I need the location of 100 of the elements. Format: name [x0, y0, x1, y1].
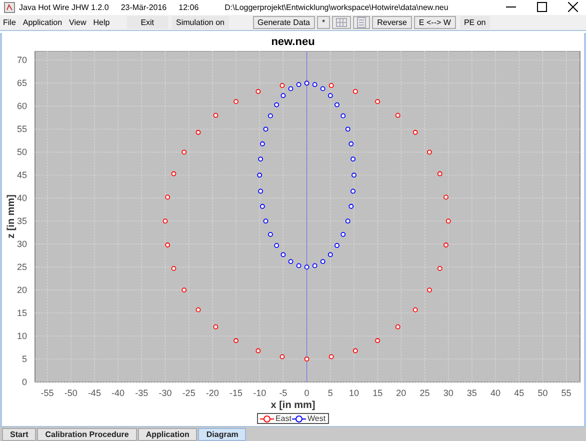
x-tick-label: 40 [490, 388, 501, 398]
y-tick-label: 10 [16, 331, 27, 341]
x-tick-label: -20 [206, 388, 219, 398]
point [444, 194, 448, 200]
point [263, 126, 268, 132]
x-tick-label: -30 [158, 388, 172, 398]
toolbar-button[interactable]: E <--> W [414, 16, 456, 29]
x-axis-label: x [in mm] [270, 398, 316, 412]
x-tick-label: -35 [135, 388, 148, 398]
x-tick-label: -45 [88, 388, 101, 398]
point [304, 356, 310, 362]
point [280, 83, 285, 88]
x-tick-label: 0 [304, 388, 310, 398]
y-tick-label: 55 [16, 124, 27, 134]
point [165, 194, 170, 200]
y-axis-label: z [in mm] [6, 194, 17, 238]
point [274, 102, 280, 108]
point [171, 266, 176, 271]
tab[interactable]: Application [138, 428, 198, 441]
menu-item[interactable]: Application [22, 18, 62, 27]
x-tick-label: 20 [396, 388, 406, 398]
chart-title: new.neu [270, 34, 316, 50]
y-tick-label: 15 [16, 308, 27, 318]
point [280, 354, 285, 360]
tab[interactable]: Diagram [198, 428, 246, 441]
point [213, 112, 218, 118]
y-tick-label: 30 [16, 239, 27, 250]
point [304, 264, 310, 270]
point [268, 113, 273, 118]
point [263, 218, 268, 224]
point [340, 232, 346, 237]
point [334, 242, 340, 248]
toolbar-button[interactable]: Simulation on [172, 16, 229, 29]
tab[interactable]: Start [2, 428, 36, 441]
point [312, 82, 318, 87]
point [437, 266, 442, 271]
toolbar-button[interactable]: * [317, 16, 330, 29]
y-tick-label: 70 [16, 55, 27, 66]
tab[interactable]: Calibration Procedure [37, 428, 137, 441]
x-tick-label: 30 [443, 388, 454, 398]
x-tick-label: -55 [40, 388, 54, 398]
x-tick-label: -25 [182, 388, 196, 398]
point [427, 150, 432, 155]
point [258, 156, 263, 162]
menu-item[interactable]: View [69, 18, 86, 27]
legend-label: West [307, 414, 326, 424]
point [258, 188, 263, 194]
point [171, 171, 176, 176]
point [352, 172, 356, 178]
point [427, 288, 432, 292]
x-tick-label: -5 [279, 388, 288, 398]
point [182, 150, 187, 155]
point [340, 113, 346, 118]
point [196, 130, 201, 135]
point [256, 348, 261, 354]
toolbar-button[interactable]: Exit [126, 16, 168, 29]
point [437, 171, 442, 176]
point [182, 288, 187, 292]
file-path: D:\Loggerprojekt\Entwicklung\workspace\Hotwire\data\new.neu [224, 2, 448, 12]
toolbar-button[interactable]: Reverse [372, 16, 412, 29]
maximize-icon[interactable] [537, 2, 547, 12]
point [260, 141, 265, 146]
point [296, 82, 302, 87]
app-icon [4, 2, 15, 13]
x-tick-label: -50 [64, 388, 78, 398]
x-tick-label: 25 [420, 388, 430, 398]
point [165, 242, 170, 248]
x-tick-label: -40 [112, 388, 125, 398]
close-icon[interactable] [568, 2, 578, 12]
toolbar-button[interactable]: Generate Data [252, 16, 315, 29]
point [257, 172, 262, 178]
point [412, 130, 418, 135]
point [256, 88, 261, 94]
menu-item[interactable]: Help [93, 18, 110, 27]
legend-label: East [275, 414, 292, 424]
point [320, 259, 326, 264]
y-tick-label: 0 [22, 376, 27, 387]
point [352, 348, 358, 354]
point [280, 93, 286, 98]
point [196, 307, 201, 312]
point [328, 83, 334, 88]
point [375, 338, 380, 344]
point [375, 99, 380, 104]
point [296, 263, 302, 268]
point [345, 126, 350, 132]
point [234, 338, 238, 344]
y-tick-label: 60 [16, 101, 27, 112]
menu-item[interactable]: File [3, 18, 16, 27]
point [260, 204, 265, 209]
x-tick-label: -15 [230, 388, 243, 398]
y-tick-label: 40 [16, 193, 27, 204]
point [288, 86, 294, 92]
x-tick-label: 50 [538, 388, 548, 398]
list-icon [357, 16, 366, 28]
point [288, 259, 294, 264]
toolbar-button[interactable]: PE on [460, 16, 490, 29]
y-tick-label: 35 [16, 216, 27, 226]
point [444, 242, 448, 248]
point [395, 112, 400, 118]
point [345, 218, 350, 224]
